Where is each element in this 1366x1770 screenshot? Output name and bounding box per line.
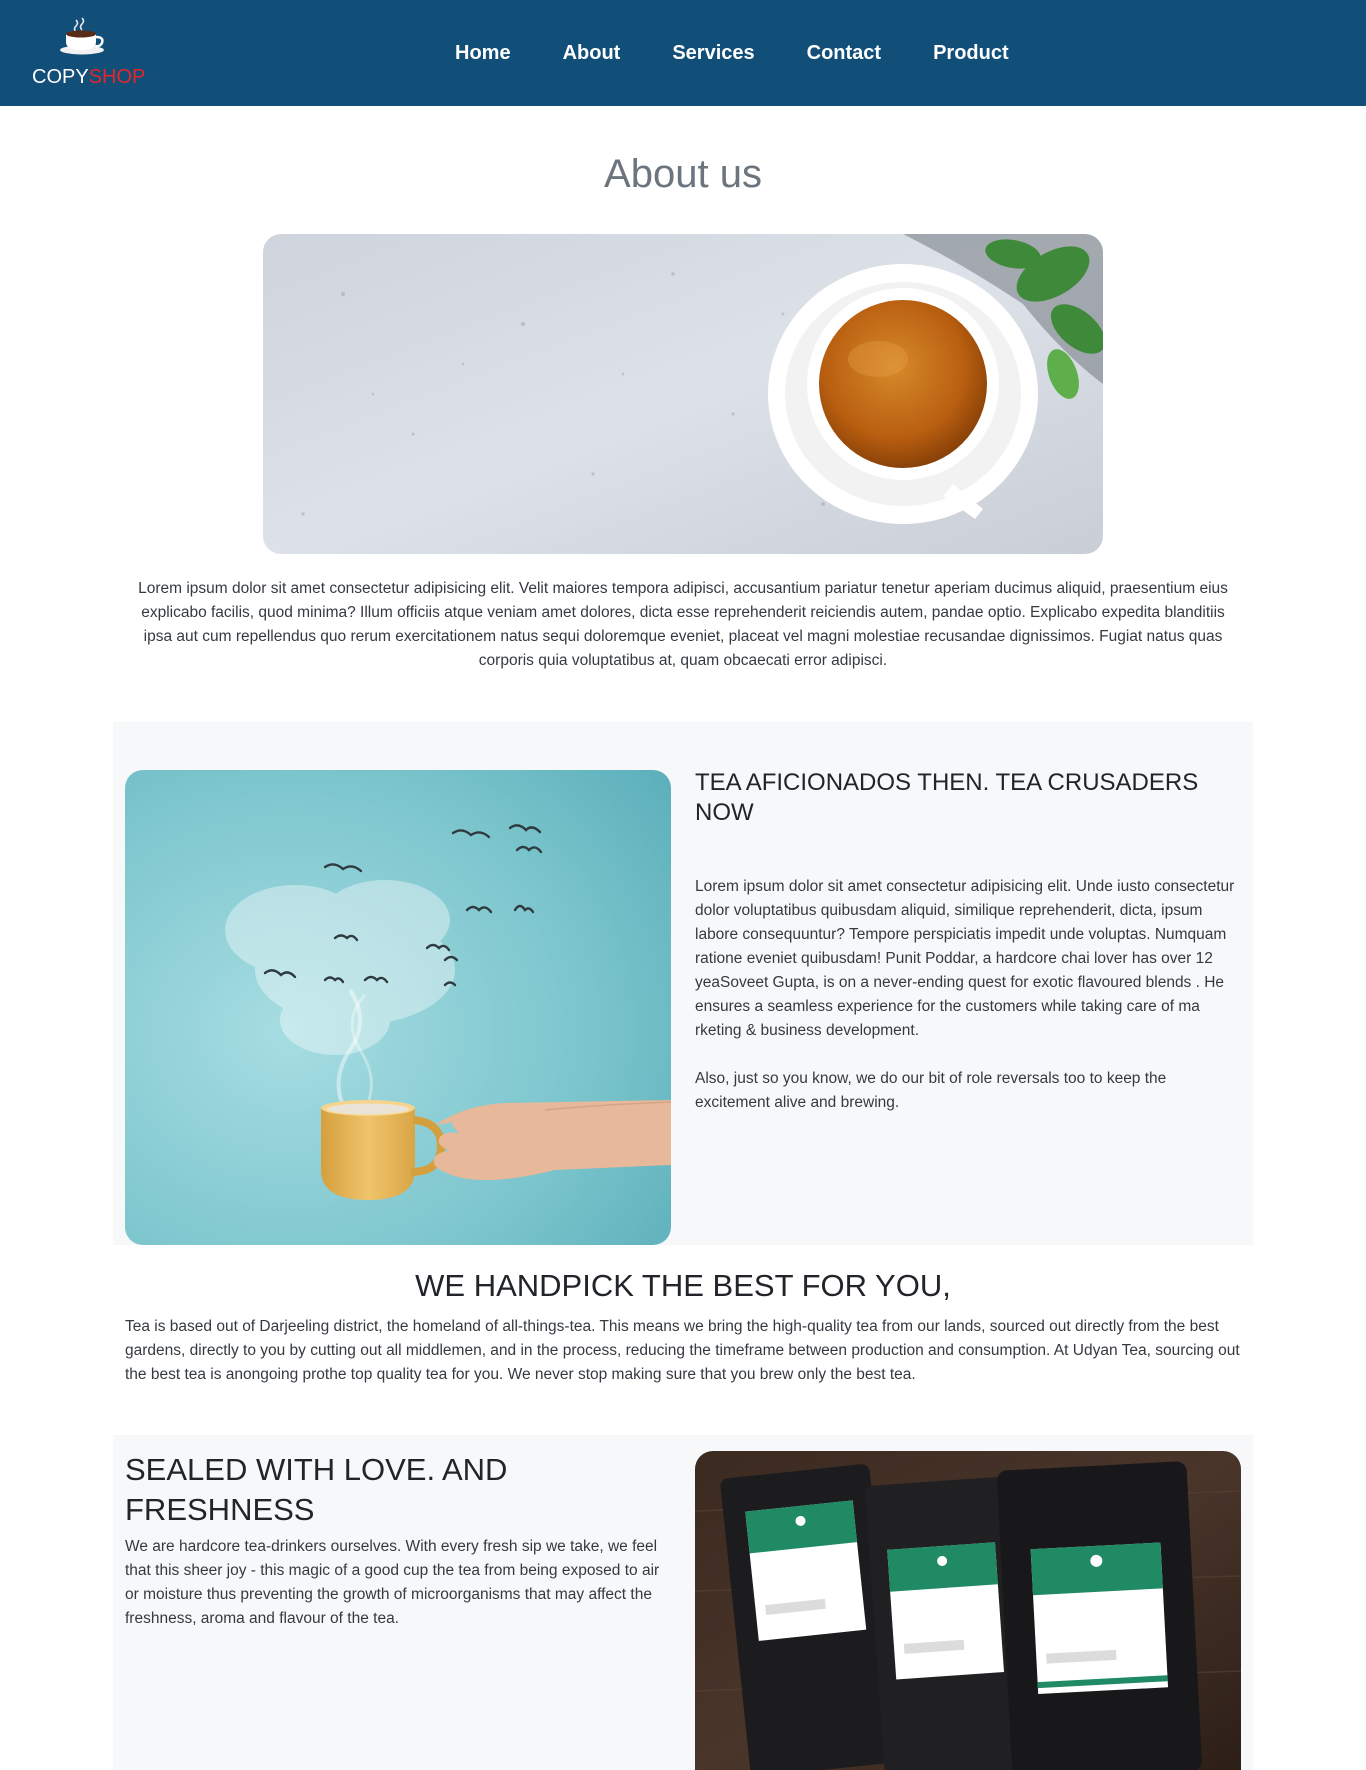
navbar: COPYSHOP Home About Services Contact Pro… [0,0,1366,106]
nav-services[interactable]: Services [672,40,754,66]
hero-tea-cup-image [263,234,1103,554]
handpick-text: Tea is based out of Darjeeling district,… [125,1318,1240,1383]
about-description: Lorem ipsum dolor sit amet consectetur a… [138,580,1228,669]
tea-bags-image [695,1451,1241,1770]
sealed-text: We are hardcore tea-drinkers ourselves. … [125,1538,660,1627]
coffee-cup-icon [60,17,104,55]
sealed-heading: SEALED WITH LOVE. AND FRESHNESS [125,1452,508,1527]
page-title: About us [604,152,762,196]
tea-mug-steam-image [125,770,671,1245]
nav-home[interactable]: Home [455,40,511,66]
nav-product[interactable]: Product [933,40,1009,66]
nav-about[interactable]: About [563,40,621,66]
aficionados-paragraph-1: Lorem ipsum dolor sit amet consectetur a… [695,878,1235,1039]
aficionados-heading: TEA AFICIONADOS THEN. TEA CRUSADERS NOW [695,769,1199,826]
nav-contact[interactable]: Contact [807,40,881,66]
brand-logo[interactable]: COPYSHOP [32,16,152,92]
main-nav: Home About Services Contact Product [455,40,1061,66]
aficionados-paragraph-2: Also, just so you know, we do our bit of… [695,1070,1167,1111]
handpick-heading: WE HANDPICK THE BEST FOR YOU, [415,1268,951,1303]
